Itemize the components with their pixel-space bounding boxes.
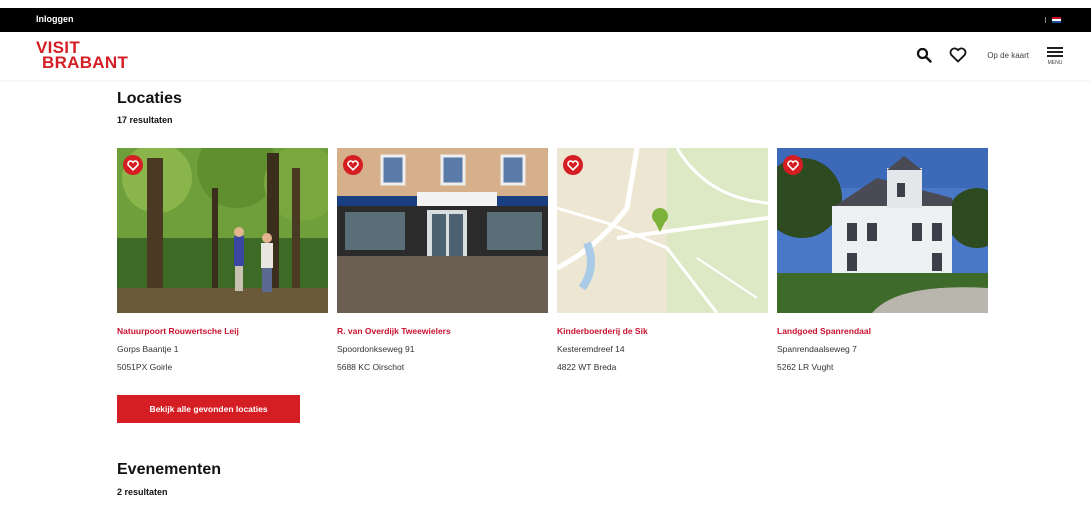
logo-line-2: BRABANT	[42, 53, 129, 72]
location-city: 5262 LR Vught	[777, 362, 834, 372]
top-bar: Inloggen	[0, 8, 1091, 32]
map-view-link[interactable]: Op de kaart	[987, 51, 1029, 60]
visit-brabant-logo[interactable]: VISIT BRABANT	[36, 39, 129, 72]
search-icon[interactable]	[913, 44, 935, 66]
location-street: Gorps Baantje 1	[117, 344, 179, 354]
view-all-locations-button[interactable]: Bekijk alle gevonden locaties	[117, 395, 300, 423]
location-street: Spoordonkseweg 91	[337, 344, 415, 354]
favorite-heart-icon[interactable]	[123, 155, 143, 175]
location-photo-manor	[777, 148, 988, 313]
location-street: Spanrendaalseweg 7	[777, 344, 857, 354]
menu-label: MENU	[1047, 59, 1063, 66]
location-street: Kesteremdreef 14	[557, 344, 625, 354]
heart-icon[interactable]	[947, 44, 969, 66]
location-name[interactable]: Kinderboerderij de Sik	[557, 326, 768, 336]
site-header: VISIT BRABANT Op de kaart MENU	[0, 32, 1091, 80]
menu-button[interactable]: MENU	[1047, 45, 1063, 66]
login-link[interactable]: Inloggen	[36, 14, 74, 24]
header-actions: Op de kaart MENU	[913, 44, 1063, 66]
favorite-heart-icon[interactable]	[783, 155, 803, 175]
dutch-flag-icon[interactable]	[1052, 17, 1061, 23]
location-card[interactable]: Natuurpoort Rouwertsche Leij Gorps Baant…	[117, 148, 328, 372]
location-card[interactable]: Kinderboerderij de Sik Kesteremdreef 14 …	[557, 148, 768, 372]
location-cards: Natuurpoort Rouwertsche Leij Gorps Baant…	[117, 148, 988, 372]
divider	[1045, 17, 1046, 23]
favorite-heart-icon[interactable]	[343, 155, 363, 175]
location-map	[557, 148, 768, 313]
hamburger-icon	[1047, 45, 1063, 59]
events-title: Evenementen	[117, 461, 222, 478]
location-city: 5688 KC Oirschot	[337, 362, 405, 372]
location-photo-forest	[117, 148, 328, 313]
location-city: 4822 WT Breda	[557, 362, 617, 372]
location-photo-shop	[337, 148, 548, 313]
language-switcher[interactable]	[1045, 17, 1061, 23]
location-name[interactable]: Landgoed Spanrendaal	[777, 326, 988, 336]
locations-title: Locaties	[117, 90, 182, 107]
location-card[interactable]: Landgoed Spanrendaal Spanrendaalseweg 7 …	[777, 148, 988, 372]
location-card[interactable]: R. van Overdijk Tweewielers Spoordonksew…	[337, 148, 548, 372]
events-count: 2 resultaten	[117, 487, 168, 497]
location-city: 5051PX Goirle	[117, 362, 173, 372]
locations-count: 17 resultaten	[117, 115, 173, 125]
location-name[interactable]: Natuurpoort Rouwertsche Leij	[117, 326, 328, 336]
favorite-heart-icon[interactable]	[563, 155, 583, 175]
location-name[interactable]: R. van Overdijk Tweewielers	[337, 326, 548, 336]
